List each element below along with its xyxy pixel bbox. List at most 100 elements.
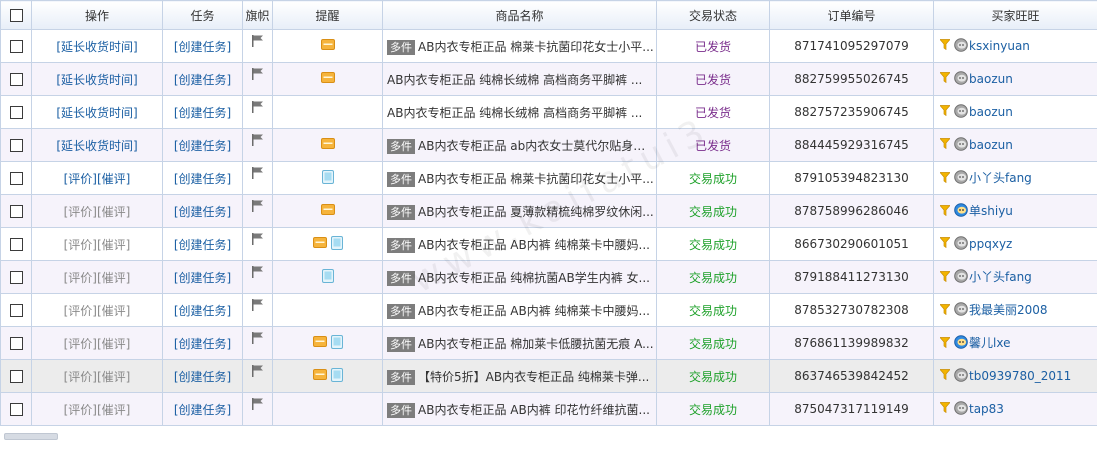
create-task-link[interactable]: [创建任务] — [174, 304, 231, 318]
remind-rate-link[interactable]: [催评] — [97, 304, 130, 318]
message-icon[interactable] — [320, 138, 335, 152]
create-task-link[interactable]: [创建任务] — [174, 172, 231, 186]
filter-icon[interactable] — [939, 171, 951, 186]
rate-link[interactable]: [评价] — [64, 337, 97, 351]
filter-icon[interactable] — [939, 270, 951, 285]
remind-rate-link[interactable]: [催评] — [97, 337, 130, 351]
row-checkbox[interactable] — [9, 40, 23, 53]
mobile-icon[interactable] — [330, 367, 343, 385]
product-name-link[interactable]: AB内衣专柜正品 纯棉长绒棉 高档商务平脚裤 ... — [387, 106, 642, 120]
remind-rate-link[interactable]: [催评] — [97, 271, 130, 285]
row-checkbox[interactable] — [9, 271, 23, 284]
mobile-icon[interactable] — [330, 235, 343, 253]
row-checkbox[interactable] — [9, 304, 23, 317]
message-icon[interactable] — [320, 39, 335, 53]
trade-status[interactable]: 已发货 — [695, 73, 731, 87]
header-remind[interactable]: 提醒 — [272, 0, 383, 30]
wangwang-icon[interactable] — [954, 103, 968, 121]
create-task-link[interactable]: [创建任务] — [174, 238, 231, 252]
remind-rate-link[interactable]: [催评] — [97, 403, 130, 417]
remind-rate-link[interactable]: [催评] — [97, 238, 130, 252]
buyer-name-link[interactable]: tb0939780_2011 — [969, 369, 1071, 383]
product-name-link[interactable]: AB内衣专柜正品 棉加莱卡低腰抗菌无痕 A... — [418, 337, 654, 351]
create-task-link[interactable]: [创建任务] — [174, 205, 231, 219]
create-task-link[interactable]: [创建任务] — [174, 40, 231, 54]
create-task-link[interactable]: [创建任务] — [174, 139, 231, 153]
header-task[interactable]: 任务 — [162, 0, 243, 30]
create-task-link[interactable]: [创建任务] — [174, 337, 231, 351]
rate-link[interactable]: [评价] — [64, 271, 97, 285]
extend-receipt-link[interactable]: [延长收货时间] — [56, 73, 137, 87]
remind-rate-link[interactable]: [催评] — [97, 172, 130, 186]
filter-icon[interactable] — [939, 138, 951, 152]
scrollbar-thumb[interactable] — [4, 433, 58, 440]
flag-icon[interactable] — [251, 365, 265, 381]
row-checkbox[interactable] — [9, 403, 23, 416]
horizontal-scrollbar[interactable] — [0, 428, 1097, 436]
select-all-checkbox[interactable] — [9, 9, 23, 22]
trade-status[interactable]: 交易成功 — [689, 370, 737, 384]
flag-icon[interactable] — [251, 167, 265, 183]
create-task-link[interactable]: [创建任务] — [174, 106, 231, 120]
wangwang-icon[interactable] — [954, 136, 968, 154]
message-icon[interactable] — [312, 336, 327, 350]
flag-icon[interactable] — [251, 35, 265, 51]
flag-icon[interactable] — [251, 299, 265, 315]
flag-icon[interactable] — [251, 266, 265, 282]
filter-icon[interactable] — [939, 402, 951, 416]
buyer-name-link[interactable]: ksxinyuan — [969, 39, 1030, 53]
flag-icon[interactable] — [251, 101, 265, 117]
buyer-name-link[interactable]: 我最美丽2008 — [969, 303, 1048, 317]
trade-status[interactable]: 交易成功 — [689, 271, 737, 285]
product-name-link[interactable]: AB内衣专柜正品 棉莱卡抗菌印花女士小平... — [418, 40, 654, 54]
select-all-header[interactable] — [0, 0, 32, 30]
header-flag[interactable]: 旗帜 — [242, 0, 273, 30]
buyer-name-link[interactable]: baozun — [969, 138, 1013, 152]
mobile-icon[interactable] — [321, 268, 334, 286]
trade-status[interactable]: 交易成功 — [689, 172, 737, 186]
flag-icon[interactable] — [251, 332, 265, 348]
row-checkbox[interactable] — [9, 172, 23, 185]
row-checkbox[interactable] — [9, 73, 23, 86]
rate-link[interactable]: [评价] — [64, 403, 97, 417]
wangwang-icon[interactable] — [954, 203, 968, 220]
extend-receipt-link[interactable]: [延长收货时间] — [56, 40, 137, 54]
wangwang-icon[interactable] — [954, 170, 968, 187]
rate-link[interactable]: [评价] — [64, 172, 97, 186]
flag-icon[interactable] — [251, 200, 265, 216]
filter-icon[interactable] — [939, 39, 951, 53]
wangwang-icon[interactable] — [954, 400, 968, 418]
rate-link[interactable]: [评价] — [64, 205, 97, 219]
header-buyer[interactable]: 买家旺旺 — [933, 0, 1097, 30]
buyer-name-link[interactable]: baozun — [969, 72, 1013, 86]
create-task-link[interactable]: [创建任务] — [174, 271, 231, 285]
row-checkbox[interactable] — [9, 370, 23, 383]
remind-rate-link[interactable]: [催评] — [97, 205, 130, 219]
trade-status[interactable]: 交易成功 — [689, 403, 737, 417]
rate-link[interactable]: [评价] — [64, 238, 97, 252]
trade-status[interactable]: 交易成功 — [689, 205, 737, 219]
trade-status[interactable]: 交易成功 — [689, 304, 737, 318]
wangwang-icon[interactable] — [954, 37, 968, 55]
remind-rate-link[interactable]: [催评] — [97, 370, 130, 384]
wangwang-icon[interactable] — [954, 70, 968, 88]
row-checkbox[interactable] — [9, 205, 23, 218]
buyer-name-link[interactable]: 小丫头fang — [969, 270, 1032, 284]
rate-link[interactable]: [评价] — [64, 370, 97, 384]
buyer-name-link[interactable]: ppqxyz — [969, 237, 1012, 251]
trade-status[interactable]: 已发货 — [695, 40, 731, 54]
filter-icon[interactable] — [939, 237, 951, 251]
message-icon[interactable] — [312, 237, 327, 251]
create-task-link[interactable]: [创建任务] — [174, 370, 231, 384]
header-product[interactable]: 商品名称 — [382, 0, 657, 30]
filter-icon[interactable] — [939, 303, 951, 318]
product-name-link[interactable]: 【特价5折】AB内衣专柜正品 纯棉莱卡弹... — [418, 370, 649, 384]
message-icon[interactable] — [320, 72, 335, 86]
row-checkbox[interactable] — [9, 106, 23, 119]
extend-receipt-link[interactable]: [延长收货时间] — [56, 106, 137, 120]
filter-icon[interactable] — [939, 336, 951, 351]
mobile-icon[interactable] — [330, 334, 343, 352]
trade-status[interactable]: 交易成功 — [689, 238, 737, 252]
product-name-link[interactable]: AB内衣专柜正品 纯棉长绒棉 高档商务平脚裤 ... — [387, 73, 642, 87]
wangwang-icon[interactable] — [954, 269, 968, 286]
